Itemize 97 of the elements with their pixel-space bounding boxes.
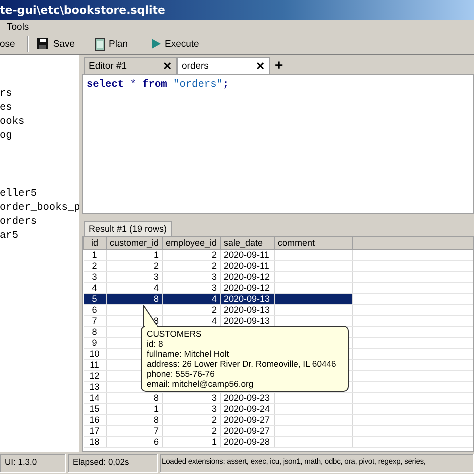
table-row[interactable]: 5 8 4 2020-09-13 (84, 294, 473, 304)
table-row[interactable]: 6 2 2020-09-13 (84, 304, 473, 316)
table-row[interactable]: 17 7 2 2020-09-27 (84, 426, 473, 436)
tooltip-text: CUSTOMERS (147, 329, 203, 339)
table-cell: 9 (92, 338, 98, 348)
close-icon[interactable]: ✕ (163, 60, 172, 72)
tooltip-text: fullname: Mitchel Holt (147, 349, 230, 359)
table-cell: 4 (212, 294, 217, 304)
table-cell: 2020-09-28 (224, 437, 270, 447)
table-row[interactable]: 2 2 2 2020-09-11 (84, 260, 473, 272)
table-cell: 4 (212, 316, 217, 326)
menu-item[interactable]: Tools (7, 22, 30, 32)
table-cell: 2 (212, 261, 217, 271)
table-cell: 4 (92, 283, 98, 293)
tooltip-text: email: mitchel@camp56.org (147, 379, 255, 389)
table-cell: 6 (92, 305, 98, 315)
table-cell: 5 (92, 294, 98, 304)
table-cell: 14 (90, 393, 100, 403)
table-cell: 8 (154, 294, 159, 304)
table-cell: 3 (212, 404, 217, 414)
column-header[interactable]: sale_date (220, 237, 274, 250)
table-cell: 3 (154, 272, 159, 282)
toolbar-button[interactable]: ose (0, 38, 16, 50)
table-row[interactable]: 1 1 2 2020-09-11 (84, 250, 473, 260)
table-cell: 2 (212, 305, 217, 315)
table-cell: 4 (154, 283, 159, 293)
table-cell: 11 (90, 360, 100, 370)
table-cell: 2 (154, 261, 159, 271)
table-row[interactable]: 18 6 1 2020-09-28 (84, 436, 473, 448)
table-cell: 2 (212, 415, 217, 425)
table-cell: 3 (92, 272, 98, 282)
column-header[interactable]: employee_id (162, 237, 220, 250)
table-cell: 16 (90, 415, 100, 425)
play-icon (152, 39, 161, 49)
tree-item[interactable]: es (0, 101, 79, 115)
table-cell: 2 (92, 261, 98, 271)
table-cell: 17 (90, 426, 100, 436)
tree-item[interactable]: orders (0, 215, 79, 229)
table-cell: 2 (212, 426, 217, 436)
column-header[interactable]: comment (274, 237, 352, 250)
table-cell: 1 (212, 437, 217, 447)
table-row[interactable]: 16 8 2 2020-09-27 (84, 414, 473, 426)
table-cell: 8 (154, 415, 159, 425)
tree-item[interactable]: eller5 (0, 187, 79, 201)
tooltip-text: phone: 555-76-76 (147, 369, 216, 379)
table-cell: 3 (212, 393, 217, 403)
tree-item[interactable]: rs (0, 87, 79, 101)
tree-item[interactable]: og (0, 129, 79, 143)
tooltip-text: id: 8 (147, 339, 164, 349)
table-cell: 2020-09-12 (224, 272, 270, 282)
table-cell: 6 (154, 437, 159, 447)
table-cell: 2020-09-27 (224, 415, 270, 425)
table-cell: 15 (90, 404, 100, 414)
table-cell: 18 (90, 437, 100, 447)
table-cell: 1 (154, 250, 159, 260)
table-cell: 10 (90, 349, 100, 359)
table-cell: 2020-09-24 (224, 404, 270, 414)
table-cell: 8 (154, 393, 159, 403)
table-row[interactable]: 3 3 3 2020-09-12 (84, 272, 473, 282)
tooltip-text: address: 26 Lower River Dr. Romeoville, IL 60446 (147, 359, 338, 369)
tree-item[interactable]: ar5 (0, 229, 79, 243)
table-cell: 3 (212, 283, 217, 293)
sql-editor[interactable]: select * from "orders"; (82, 74, 474, 214)
table-row[interactable]: 15 1 3 2020-09-24 (84, 404, 473, 414)
table-cell: 2020-09-13 (224, 305, 270, 315)
status-text: Elapsed: 0,02s (68, 454, 158, 473)
table-cell: 13 (90, 382, 100, 392)
table-cell: 7 (92, 316, 98, 326)
table-cell: 1 (92, 250, 98, 260)
status-text: UI: 1.3.0 (0, 454, 66, 473)
close-icon[interactable]: ✕ (256, 60, 265, 72)
table-cell: 12 (90, 371, 100, 381)
table-cell: 2020-09-13 (224, 316, 270, 326)
table-cell: 2020-09-12 (224, 283, 270, 293)
window-title: te-gui\etc\bookstore.sqlite (0, 4, 166, 16)
toolbar-button[interactable]: Execute (152, 38, 200, 50)
toolbar-button[interactable]: Plan (94, 38, 128, 50)
table-cell: 2 (212, 250, 217, 260)
document-icon (94, 38, 105, 50)
table-cell: 2020-09-11 (224, 261, 270, 271)
table-cell: 2020-09-13 (224, 294, 270, 304)
table-cell: 1 (154, 404, 159, 414)
toolbar-button[interactable]: Save (37, 38, 75, 50)
editor-tab[interactable]: orders ✕ (177, 57, 270, 74)
editor-tab[interactable]: Editor #1 ✕ (84, 57, 177, 74)
table-cell: 2020-09-11 (224, 250, 270, 260)
column-header[interactable]: customer_id (106, 237, 162, 250)
sql-code: select * from "orders"; (87, 79, 230, 91)
table-cell: 7 (154, 426, 159, 436)
add-tab-button[interactable]: + (270, 57, 288, 74)
table-cell: 2020-09-27 (224, 426, 270, 436)
table-cell: 2020-09-23 (224, 393, 270, 403)
table-cell: 8 (92, 327, 98, 337)
table-cell: 3 (212, 272, 217, 282)
tree-item[interactable]: ooks (0, 115, 79, 129)
column-header[interactable]: id (84, 237, 106, 250)
result-tab[interactable]: Result #1 (19 rows) (84, 221, 172, 236)
